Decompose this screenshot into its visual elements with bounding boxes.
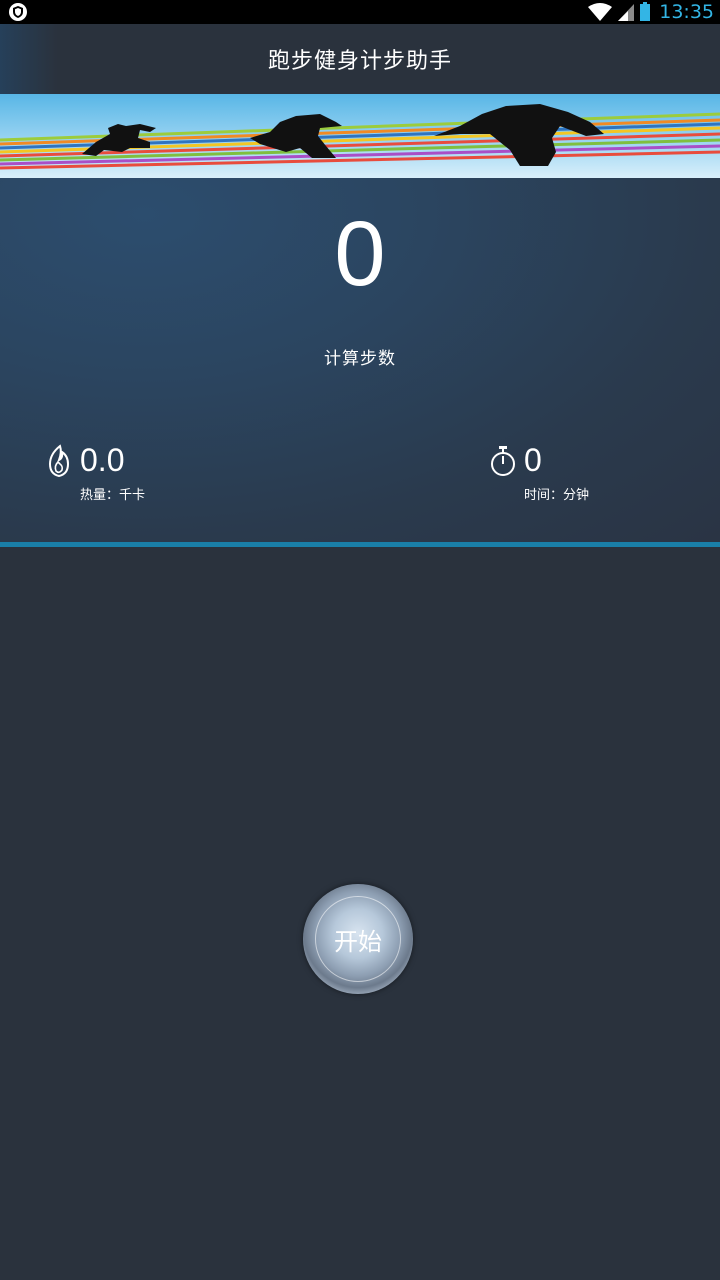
flame-icon: [48, 444, 70, 478]
wifi-icon: [588, 3, 613, 21]
page-title: 跑步健身计步助手: [267, 49, 452, 74]
runners-banner: [0, 94, 720, 178]
stats-panel: 0 计算步数 0.0 热量：千卡 0 时间：分钟: [0, 178, 720, 542]
shield-icon: [9, 3, 27, 21]
battery-icon: [640, 2, 651, 21]
runners-illustration: [0, 104, 720, 170]
signal-icon: [618, 4, 635, 21]
step-count-label: 计算步数: [324, 349, 396, 369]
start-button[interactable]: 开始: [303, 884, 413, 994]
status-bar: 13:35: [0, 0, 720, 24]
step-count: 0: [334, 203, 386, 305]
app-bar: 跑步健身计步助手: [0, 24, 720, 94]
duration-label: 时间：分钟: [524, 488, 590, 503]
status-clock: 13:35: [659, 1, 714, 23]
calories-value: 0.0: [80, 442, 125, 478]
calories-label: 热量：千卡: [80, 488, 146, 503]
start-button-label: 开始: [334, 927, 382, 956]
duration-value: 0: [524, 442, 542, 478]
stopwatch-icon: [491, 446, 515, 476]
